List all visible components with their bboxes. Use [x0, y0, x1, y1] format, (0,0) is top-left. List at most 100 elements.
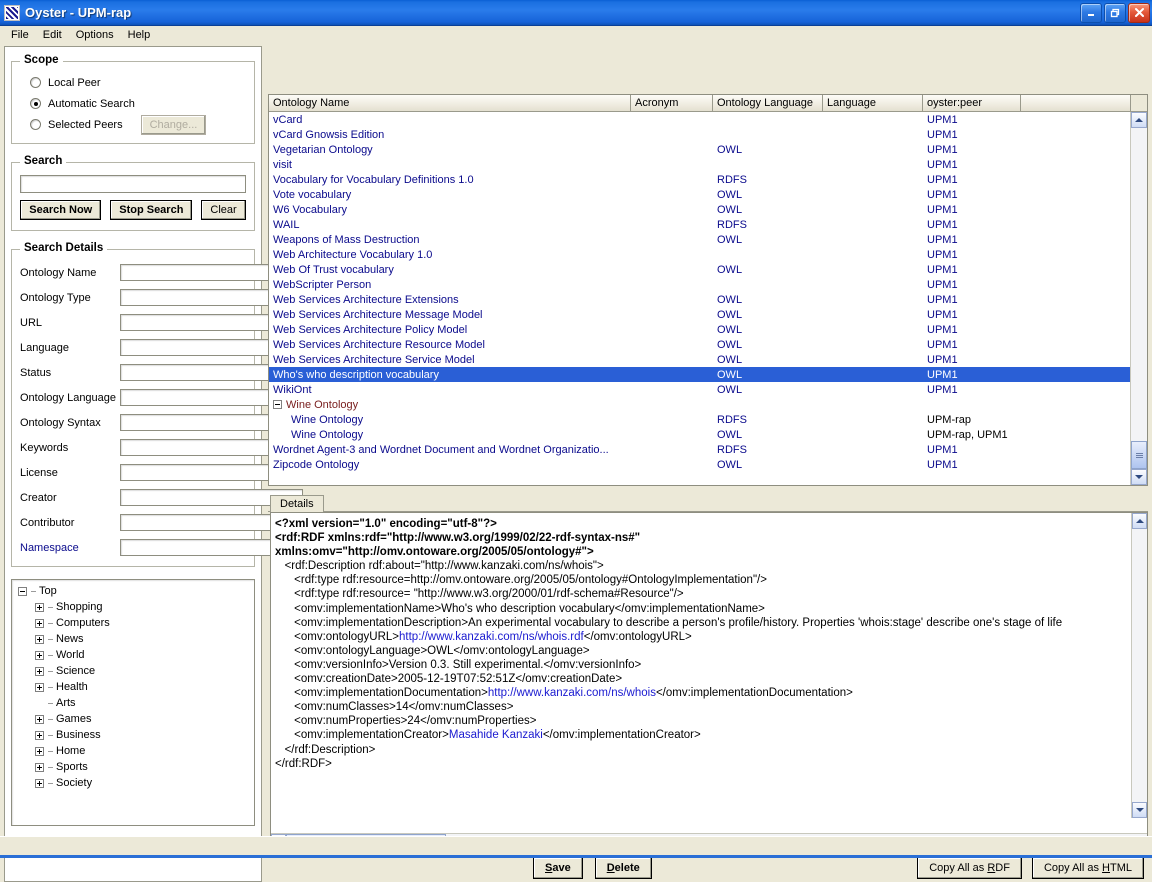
row-collapse-icon[interactable]: [273, 400, 282, 409]
radio-selected-peers[interactable]: [30, 119, 41, 130]
scope-option-automatic-search[interactable]: Automatic Search: [20, 93, 246, 114]
expand-icon[interactable]: [35, 603, 44, 612]
copy-all-as-html-button[interactable]: Copy All as HTML: [1032, 857, 1144, 879]
details-vertical-scrollbar[interactable]: [1131, 513, 1147, 818]
close-button[interactable]: [1128, 3, 1150, 23]
table-cell: UPM1: [923, 444, 1021, 456]
tree-node-health[interactable]: Health: [14, 679, 252, 695]
table-row[interactable]: Zipcode OntologyOWLUPM1: [269, 457, 1147, 472]
delete-button[interactable]: Delete: [595, 857, 652, 879]
xml-line: <omv:implementationName>Who's who descri…: [275, 603, 765, 615]
expand-icon[interactable]: [35, 683, 44, 692]
restore-button[interactable]: [1104, 3, 1126, 23]
tree-node-world[interactable]: World: [14, 647, 252, 663]
tree-node-sports[interactable]: Sports: [14, 759, 252, 775]
tree-node-top[interactable]: Top: [14, 583, 252, 599]
table-row[interactable]: Web Services Architecture Resource Model…: [269, 337, 1147, 352]
column-header[interactable]: Ontology Name: [269, 95, 631, 111]
clear-button[interactable]: Clear: [201, 200, 245, 220]
column-header[interactable]: Acronym: [631, 95, 713, 111]
menu-item-edit[interactable]: Edit: [36, 27, 69, 43]
search-detail-label[interactable]: Namespace: [20, 542, 120, 554]
expand-icon[interactable]: [35, 779, 44, 788]
table-row[interactable]: W6 VocabularyOWLUPM1: [269, 202, 1147, 217]
table-row[interactable]: Wine Ontology: [269, 397, 1147, 412]
expand-icon[interactable]: [35, 635, 44, 644]
tree-node-news[interactable]: News: [14, 631, 252, 647]
scope-option-selected-peers[interactable]: Selected Peers Change...: [20, 114, 246, 135]
radio-automatic-search[interactable]: [30, 98, 41, 109]
details-scroll-down-button[interactable]: [1132, 802, 1147, 818]
table-row[interactable]: vCardUPM1: [269, 112, 1147, 127]
tree-node-shopping[interactable]: Shopping: [14, 599, 252, 615]
xml-link[interactable]: Masahide Kanzaki: [449, 729, 543, 741]
table-cell: Wine Ontology: [269, 414, 631, 426]
table-row[interactable]: Wordnet Agent-3 and Wordnet Document and…: [269, 442, 1147, 457]
menu-item-help[interactable]: Help: [121, 27, 158, 43]
table-row[interactable]: Web Architecture Vocabulary 1.0UPM1: [269, 247, 1147, 262]
table-row[interactable]: WebScripter PersonUPM1: [269, 277, 1147, 292]
table-row[interactable]: Web Services Architecture Policy ModelOW…: [269, 322, 1147, 337]
table-row[interactable]: Vocabulary for Vocabulary Definitions 1.…: [269, 172, 1147, 187]
change-peers-button[interactable]: Change...: [141, 115, 207, 135]
tree-node-computers[interactable]: Computers: [14, 615, 252, 631]
table-row[interactable]: Web Services Architecture Service ModelO…: [269, 352, 1147, 367]
scroll-track[interactable]: [1131, 128, 1147, 441]
tree-node-business[interactable]: Business: [14, 727, 252, 743]
xml-link[interactable]: http://www.kanzaki.com/ns/whois: [488, 687, 656, 699]
table-row[interactable]: visitUPM1: [269, 157, 1147, 172]
column-header[interactable]: Language: [823, 95, 923, 111]
expand-icon[interactable]: [35, 619, 44, 628]
details-scroll-track[interactable]: [1132, 529, 1147, 802]
table-row[interactable]: Web Services Architecture Message ModelO…: [269, 307, 1147, 322]
table-row[interactable]: Wine OntologyOWLUPM-rap, UPM1: [269, 427, 1147, 442]
radio-local-peer[interactable]: [30, 77, 41, 88]
column-header[interactable]: [1021, 95, 1131, 111]
column-header[interactable]: oyster:peer: [923, 95, 1021, 111]
tree-node-games[interactable]: Games: [14, 711, 252, 727]
table-row[interactable]: vCard Gnowsis EditionUPM1: [269, 127, 1147, 142]
expand-icon[interactable]: [35, 731, 44, 740]
table-row[interactable]: Wine OntologyRDFSUPM-rap: [269, 412, 1147, 427]
table-row[interactable]: Vote vocabularyOWLUPM1: [269, 187, 1147, 202]
table-row[interactable]: Web Of Trust vocabularyOWLUPM1: [269, 262, 1147, 277]
tree-node-society[interactable]: Society: [14, 775, 252, 791]
table-row[interactable]: Web Services Architecture ExtensionsOWLU…: [269, 292, 1147, 307]
scroll-thumb[interactable]: [1131, 441, 1147, 469]
tree-node-arts[interactable]: Arts: [14, 695, 252, 711]
expand-icon[interactable]: [35, 715, 44, 724]
save-button[interactable]: Save: [533, 857, 583, 879]
menu-item-options[interactable]: Options: [69, 27, 121, 43]
menu-item-file[interactable]: File: [4, 27, 36, 43]
results-vertical-scrollbar[interactable]: [1130, 112, 1147, 485]
scroll-down-button[interactable]: [1131, 469, 1147, 485]
search-now-button[interactable]: Search Now: [20, 200, 101, 220]
tree-node-home[interactable]: Home: [14, 743, 252, 759]
table-row[interactable]: Weapons of Mass DestructionOWLUPM1: [269, 232, 1147, 247]
workspace: Scope Local Peer Automatic Search Select…: [0, 44, 1152, 858]
xml-link[interactable]: http://www.kanzaki.com/ns/whois.rdf: [399, 631, 584, 643]
expand-icon[interactable]: [35, 651, 44, 660]
expand-icon[interactable]: [35, 747, 44, 756]
table-row[interactable]: Vegetarian OntologyOWLUPM1: [269, 142, 1147, 157]
search-input[interactable]: [20, 175, 246, 193]
tree-connector: [48, 703, 53, 704]
column-header[interactable]: Ontology Language: [713, 95, 823, 111]
table-row[interactable]: WAILRDFSUPM1: [269, 217, 1147, 232]
stop-search-button[interactable]: Stop Search: [110, 200, 192, 220]
tab-details[interactable]: Details: [270, 495, 324, 512]
collapse-icon[interactable]: [18, 587, 27, 596]
scroll-up-button[interactable]: [1131, 112, 1147, 128]
tree-node-science[interactable]: Science: [14, 663, 252, 679]
xml-line: <omv:ontologyURL>http://www.kanzaki.com/…: [275, 631, 692, 643]
details-scroll-up-button[interactable]: [1132, 513, 1147, 529]
expand-icon[interactable]: [35, 667, 44, 676]
scope-option-local-peer[interactable]: Local Peer: [20, 72, 246, 93]
table-cell: OWL: [713, 459, 823, 471]
table-row[interactable]: WikiOntOWLUPM1: [269, 382, 1147, 397]
table-row[interactable]: Who's who description vocabularyOWLUPM1: [269, 367, 1147, 382]
copy-all-as-rdf-button[interactable]: Copy All as RDF: [917, 857, 1022, 879]
expand-icon[interactable]: [35, 763, 44, 772]
minimize-button[interactable]: [1080, 3, 1102, 23]
category-tree[interactable]: Top ShoppingComputersNewsWorldScienceHea…: [11, 579, 255, 826]
